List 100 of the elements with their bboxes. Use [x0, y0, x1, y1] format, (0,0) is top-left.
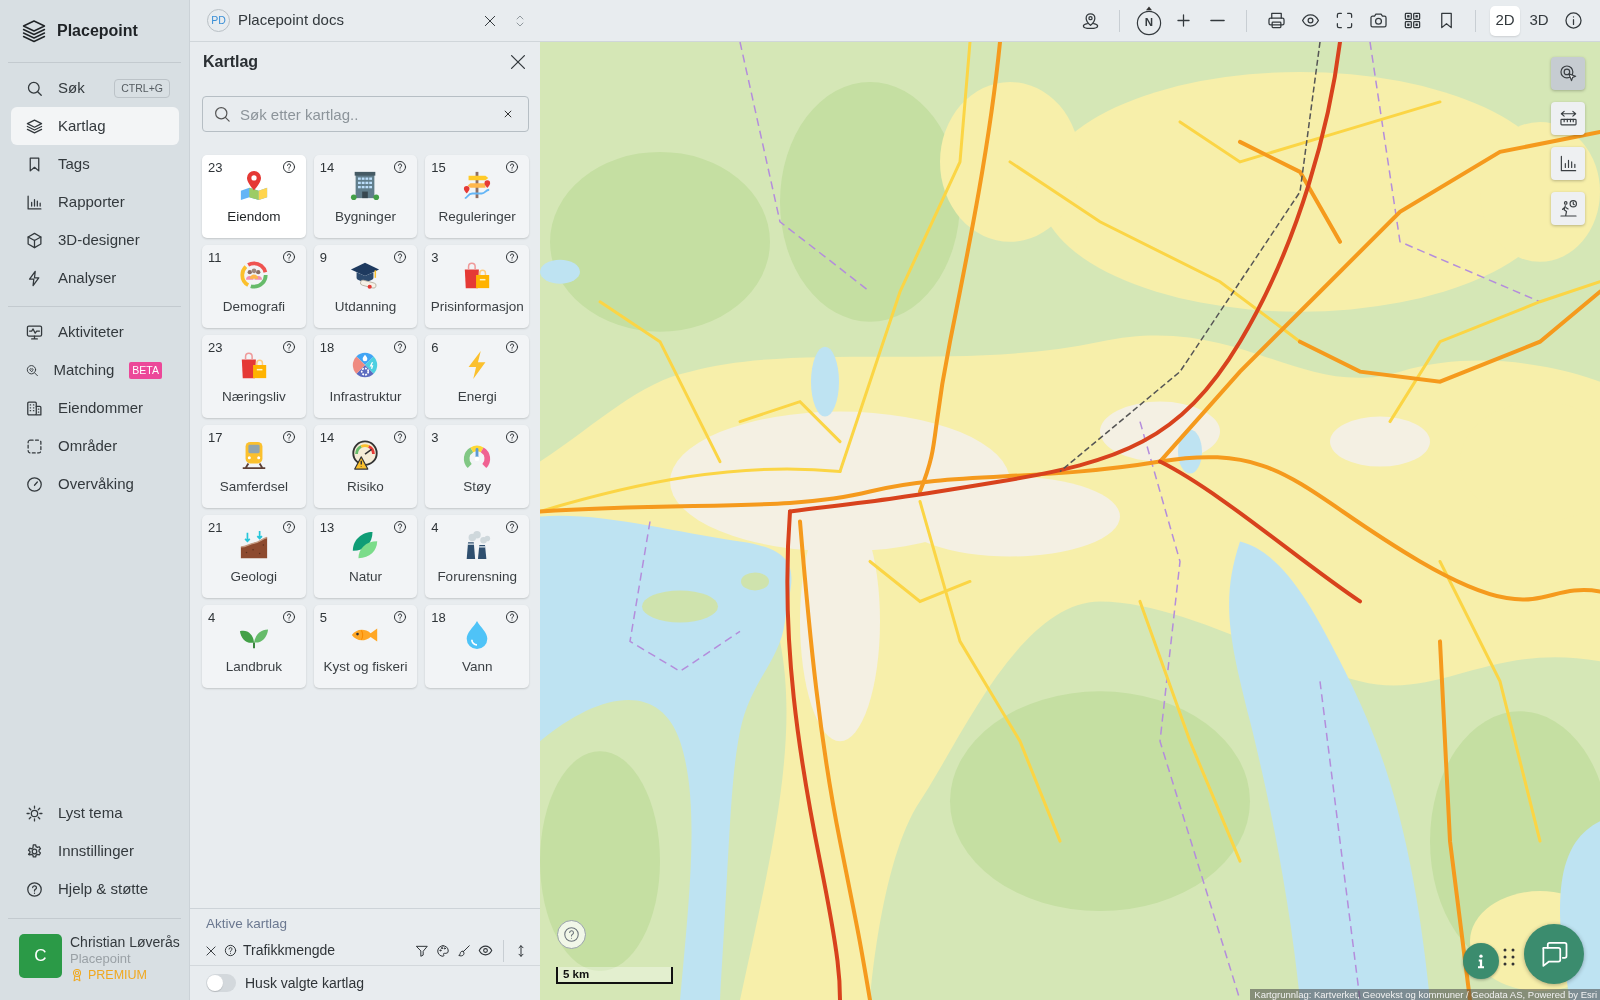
help-icon[interactable]: [281, 520, 296, 534]
plan-label: PREMIUM: [88, 967, 148, 983]
layer-count: 21: [208, 520, 223, 535]
attribution-text: Kartgrunnlag: Kartverket, Geovekst og kommuner / Geodata AS, Powered by Esri: [1250, 989, 1600, 1000]
map-tool-button[interactable]: [1551, 147, 1585, 180]
bar-chart-icon: [26, 193, 43, 211]
search-field[interactable]: Søk etter kartlag..: [202, 96, 529, 132]
sidebar-item[interactable]: Analyser: [11, 259, 179, 297]
layer-category-tile[interactable]: 23 Eiendom: [202, 155, 306, 238]
toggle-label: Husk valgte kartlag: [245, 973, 365, 993]
qr-code-icon: [1402, 11, 1422, 30]
compass-button[interactable]: N: [1136, 5, 1162, 36]
help-icon[interactable]: [393, 250, 408, 264]
info-icon: [1563, 11, 1583, 30]
help-icon[interactable]: [281, 340, 296, 354]
layer-category-tile[interactable]: 14 Risiko: [313, 425, 418, 508]
layer-category-tile[interactable]: 18 Vann: [425, 605, 529, 688]
help-icon[interactable]: [393, 430, 408, 444]
sun-icon: [26, 804, 43, 822]
printer-icon: [1266, 11, 1286, 30]
layer-count: 9: [319, 250, 327, 265]
layer-count: 17: [208, 430, 223, 445]
palette-icon[interactable]: [436, 943, 450, 958]
help-icon[interactable]: [393, 610, 408, 624]
help-icon[interactable]: [281, 160, 296, 174]
eye-icon[interactable]: [478, 943, 493, 958]
sidebar-item[interactable]: Aktiviteter: [11, 313, 179, 351]
camera-icon: [1368, 11, 1388, 30]
sidebar-item[interactable]: 3D-designer: [11, 221, 179, 259]
view-mode-tab[interactable]: 3D: [1524, 5, 1554, 36]
sidebar-item[interactable]: Søk CTRL+G: [11, 69, 179, 107]
layer-category-tile[interactable]: 6 Energi: [425, 335, 529, 418]
layer-category-tile[interactable]: 3 Støy: [425, 425, 529, 508]
help-icon[interactable]: [505, 520, 519, 534]
help-icon[interactable]: [505, 340, 519, 354]
help-icon[interactable]: [505, 430, 519, 444]
view-mode-tab[interactable]: 2D: [1490, 5, 1520, 36]
brush-icon[interactable]: [457, 943, 471, 958]
layer-category-tile[interactable]: 13 Natur: [313, 515, 418, 598]
help-icon[interactable]: [393, 160, 408, 174]
beta-badge: BETA: [129, 361, 162, 379]
layer-category-tile[interactable]: 18 Infrastruktur: [313, 335, 418, 418]
sidebar-item[interactable]: Eiendommer: [11, 389, 179, 427]
workspace-name[interactable]: Placepoint docs: [238, 9, 344, 32]
layer-category-tile[interactable]: 11 Demografi: [202, 245, 306, 328]
sidebar-item[interactable]: Innstillinger: [11, 832, 179, 870]
sidebar-item[interactable]: Rapporter: [11, 183, 179, 221]
sidebar-item[interactable]: Hjelp & støtte: [11, 870, 179, 908]
sidebar-item[interactable]: Lyst tema: [11, 794, 179, 832]
layer-name: Trafikkmengde: [243, 941, 336, 960]
help-icon[interactable]: [281, 250, 296, 264]
filter-icon[interactable]: [415, 943, 429, 958]
compass-ring-icon: [1136, 5, 1162, 36]
toggle-switch[interactable]: [206, 974, 236, 992]
layer-category-tile[interactable]: 21 Geologi: [202, 515, 306, 598]
map-tool-button[interactable]: [1551, 102, 1585, 135]
layer-count: 15: [431, 160, 446, 175]
avatar: C: [19, 934, 62, 978]
help-icon[interactable]: [505, 610, 519, 624]
minus-icon: [1209, 19, 1225, 22]
dashed-square-icon: [26, 437, 43, 455]
eye-icon: [1300, 11, 1320, 30]
organization-name: Placepoint: [70, 951, 132, 967]
layer-category-tile[interactable]: 14 Bygninger: [313, 155, 418, 238]
help-icon[interactable]: [505, 160, 519, 174]
help-icon: [26, 880, 43, 898]
layer-count: 6: [431, 340, 439, 355]
layer-category-tile[interactable]: 9 Utdanning: [313, 245, 418, 328]
sidebar-item[interactable]: Overvåking: [11, 465, 179, 503]
graduation-cap-icon: [350, 260, 381, 290]
layer-count: 18: [319, 340, 335, 355]
soil-layer-icon: [238, 530, 269, 560]
section-heading: Aktive kartlag: [205, 915, 289, 933]
clear-icon[interactable]: [503, 109, 513, 119]
layer-category-tile[interactable]: 5 Kyst og fiskeri: [313, 605, 418, 688]
layer-count: 13: [319, 520, 335, 535]
layer-category-tile[interactable]: 15 Reguleringer: [425, 155, 529, 238]
layer-count: 3: [431, 430, 439, 445]
help-icon[interactable]: [281, 610, 296, 624]
layer-category-tile[interactable]: 4 Landbruk: [202, 605, 306, 688]
layer-category-tile[interactable]: 3 Prisinformasjon: [425, 245, 529, 328]
remove-icon[interactable]: [204, 943, 218, 958]
sidebar-item[interactable]: Tags: [11, 145, 179, 183]
help-icon[interactable]: [393, 520, 408, 534]
location-pin-icon: [1080, 11, 1100, 30]
layer-category-tile[interactable]: 4 Forurensning: [425, 515, 529, 598]
help-icon[interactable]: [505, 250, 519, 264]
layer-category-tile[interactable]: 23 Næringsliv: [202, 335, 306, 418]
map-tool-button[interactable]: [1551, 192, 1585, 225]
help-icon[interactable]: [281, 430, 296, 444]
fullscreen-icon: [1334, 11, 1354, 30]
warning-gauge-icon: [350, 440, 381, 470]
sidebar-item[interactable]: Områder: [11, 427, 179, 465]
drag-handle-icon[interactable]: [1503, 948, 1515, 966]
sidebar-item[interactable]: Kartlag: [11, 107, 179, 145]
sidebar-item[interactable]: Matching BETA: [11, 351, 179, 389]
map-tool-button[interactable]: [1551, 57, 1585, 90]
layer-category-tile[interactable]: 17 Samferdsel: [202, 425, 306, 508]
help-icon[interactable]: [393, 340, 408, 354]
help-icon[interactable]: [224, 944, 237, 957]
